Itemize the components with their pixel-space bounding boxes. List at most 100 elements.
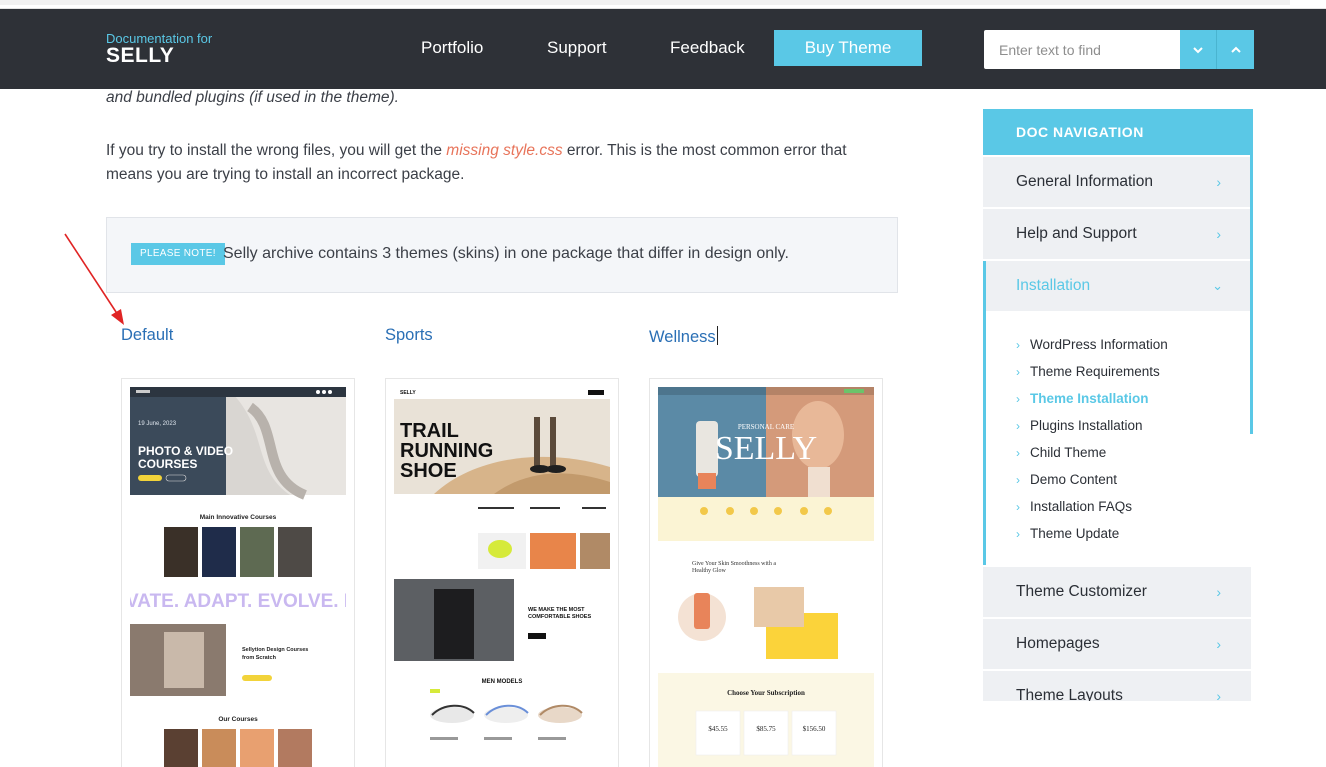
missing-style-link[interactable]: missing style.css — [446, 142, 562, 159]
sports-men-models: MEN MODELS — [482, 679, 523, 685]
preview-default[interactable]: 19 June, 2023 PHOTO & VIDEO COURSES Main… — [121, 378, 355, 767]
sidebar-sub-label: Plugins Installation — [1030, 418, 1143, 433]
nav-portfolio[interactable]: Portfolio — [421, 38, 483, 58]
wellness-price-2: $85.75 — [756, 725, 776, 733]
site-header: Documentation for SELLY Portfolio Suppor… — [0, 9, 1326, 89]
sidebar-sub-theme-update[interactable]: › Theme Update — [1016, 526, 1119, 541]
sidebar-item-theme-layouts[interactable]: Theme Layouts › — [983, 671, 1251, 701]
search-input[interactable] — [984, 30, 1180, 69]
bullet-chevron-icon: › — [1016, 500, 1020, 514]
sidebar-sub-plugins-installation[interactable]: › Plugins Installation — [1016, 418, 1143, 433]
chevron-right-icon: › — [1216, 584, 1221, 600]
sidebar-sub-label: Theme Requirements — [1030, 364, 1160, 379]
doc-content: and bundled plugins (if used in the them… — [0, 89, 960, 767]
sports-hero-line3: SHOE — [400, 460, 457, 482]
bullet-chevron-icon: › — [1016, 338, 1020, 352]
sidebar-item-label: Homepages — [1016, 635, 1100, 652]
browser-top-strip — [0, 0, 1326, 9]
bullet-chevron-icon: › — [1016, 527, 1020, 541]
sidebar-section-installation: Installation ⌄ › WordPress Information › T… — [983, 261, 1251, 565]
preview-sports[interactable]: SELLY TRAIL RUNNING SHOE WE MAKE THE MOS… — [385, 378, 619, 767]
bullet-chevron-icon: › — [1016, 446, 1020, 460]
sidebar-item-label: Help and Support — [1016, 225, 1137, 242]
bullet-chevron-icon: › — [1016, 473, 1020, 487]
sidebar-sub-theme-installation[interactable]: › Theme Installation — [1016, 391, 1149, 406]
note-box: PLEASE NOTE! Selly archive contains 3 th… — [106, 217, 898, 293]
sidebar-sub-label: Theme Installation — [1030, 391, 1149, 406]
theme-title-wellness[interactable]: Wellness — [649, 326, 718, 347]
doc-navigation: DOC NAVIGATION General Information › Hel… — [983, 109, 1253, 701]
sidebar-sub-label: Child Theme — [1030, 445, 1107, 460]
text-fragment: and bundled plugins (if used in the them… — [106, 89, 399, 106]
sidebar-item-label: Theme Customizer — [1016, 583, 1147, 600]
sidebar-sub-label: Demo Content — [1030, 472, 1118, 487]
nav-feedback[interactable]: Feedback — [670, 38, 745, 58]
preview-default-image: 19 June, 2023 PHOTO & VIDEO COURSES Main… — [130, 387, 346, 767]
chevron-right-icon: › — [1216, 174, 1221, 190]
wellness-price-3: $156.50 — [803, 725, 826, 733]
sidebar-item-general-information[interactable]: General Information › — [983, 157, 1251, 207]
default-hero-line1: PHOTO & VIDEO — [138, 444, 233, 458]
sidebar-item-theme-customizer[interactable]: Theme Customizer › — [983, 567, 1251, 617]
sidebar-item-label: Installation — [1016, 277, 1091, 294]
chevron-down-icon: ⌄ — [1212, 278, 1223, 293]
sidebar-sub-theme-requirements[interactable]: › Theme Requirements — [1016, 364, 1160, 379]
theme-title-wellness-label: Wellness — [649, 328, 716, 346]
sidebar-sub-demo-content[interactable]: › Demo Content — [1016, 472, 1117, 487]
bullet-chevron-icon: › — [1016, 365, 1020, 379]
preview-sports-image: SELLY TRAIL RUNNING SHOE WE MAKE THE MOS… — [394, 387, 610, 740]
sidebar-sub-installation-faqs[interactable]: › Installation FAQs — [1016, 499, 1132, 514]
sidebar-scrollbar[interactable] — [1250, 109, 1253, 434]
wellness-hero-big: SELLY — [715, 430, 817, 467]
default-section-title: Main Innovative Courses — [200, 514, 277, 521]
svg-text:SELLY: SELLY — [400, 390, 416, 396]
theme-title-sports[interactable]: Sports — [385, 326, 433, 345]
wellness-glow-1: Give Your Skin Smoothness with a — [692, 561, 776, 567]
default-our-courses: Our Courses — [218, 716, 258, 723]
sports-hero-line2: RUNNING — [400, 440, 493, 462]
preview-wellness-image: PERSONAL CARE SELLY Give Your Skin Smoot… — [658, 387, 874, 767]
sports-promo-1: WE MAKE THE MOST — [528, 607, 585, 613]
default-hero-line2: COURSES — [138, 457, 197, 471]
text-cursor — [716, 326, 718, 345]
sidebar-item-homepages[interactable]: Homepages › — [983, 619, 1251, 669]
theme-title-default[interactable]: Default — [121, 326, 173, 345]
sidebar-item-label: Theme Layouts — [1016, 687, 1123, 701]
search-prev-button[interactable] — [1217, 30, 1254, 69]
chevron-right-icon: › — [1216, 688, 1221, 701]
preview-default-inner: 19 June, 2023 PHOTO & VIDEO COURSES Main… — [130, 387, 346, 767]
please-note-badge: PLEASE NOTE! — [131, 243, 225, 265]
preview-wellness-inner: PERSONAL CARE SELLY Give Your Skin Smoot… — [658, 387, 874, 767]
chevron-down-icon — [1193, 46, 1203, 53]
bullet-chevron-icon: › — [1016, 419, 1020, 433]
default-design-title-2: from Scratch — [242, 655, 277, 661]
chevron-up-icon — [1230, 46, 1241, 53]
sidebar-sub-wordpress-information[interactable]: › WordPress Information — [1016, 337, 1168, 352]
sports-hero-line1: TRAIL — [400, 420, 459, 442]
nav-support[interactable]: Support — [547, 38, 607, 58]
chevron-right-icon: › — [1216, 636, 1221, 652]
buy-theme-button[interactable]: Buy Theme — [774, 30, 922, 66]
sidebar-item-installation[interactable]: Installation ⌄ — [986, 261, 1251, 311]
note-text: Selly archive contains 3 themes (skins) … — [223, 245, 789, 262]
paragraph-text-start: If you try to install the wrong files, y… — [106, 142, 447, 159]
sidebar-sub-child-theme[interactable]: › Child Theme — [1016, 445, 1106, 460]
chevron-right-icon: › — [1216, 226, 1221, 242]
brand-logo-text[interactable]: SELLY — [106, 44, 174, 68]
wellness-price-1: $45.55 — [708, 725, 728, 733]
sidebar-sub-label: Theme Update — [1030, 526, 1120, 541]
default-date: 19 June, 2023 — [138, 421, 177, 427]
sidebar-sub-label: WordPress Information — [1030, 337, 1168, 352]
preview-sports-inner: SELLY TRAIL RUNNING SHOE WE MAKE THE MOS… — [394, 387, 610, 767]
default-marquee: VATE. ADAPT. EVOLVE. II — [130, 591, 346, 612]
doc-navigation-heading: DOC NAVIGATION — [983, 109, 1253, 155]
sidebar-item-label: General Information — [1016, 173, 1153, 190]
sidebar-sub-label: Installation FAQs — [1030, 499, 1133, 514]
default-design-title: Sellytion Design Courses — [242, 647, 308, 653]
search-next-button[interactable] — [1180, 30, 1217, 69]
sidebar-item-help-and-support[interactable]: Help and Support › — [983, 209, 1251, 259]
top-strip-bar — [0, 0, 1290, 5]
wellness-glow-2: Healthy Glow — [692, 568, 726, 574]
preview-wellness[interactable]: PERSONAL CARE SELLY Give Your Skin Smoot… — [649, 378, 883, 767]
sports-promo-2: COMFORTABLE SHOES — [528, 614, 591, 620]
